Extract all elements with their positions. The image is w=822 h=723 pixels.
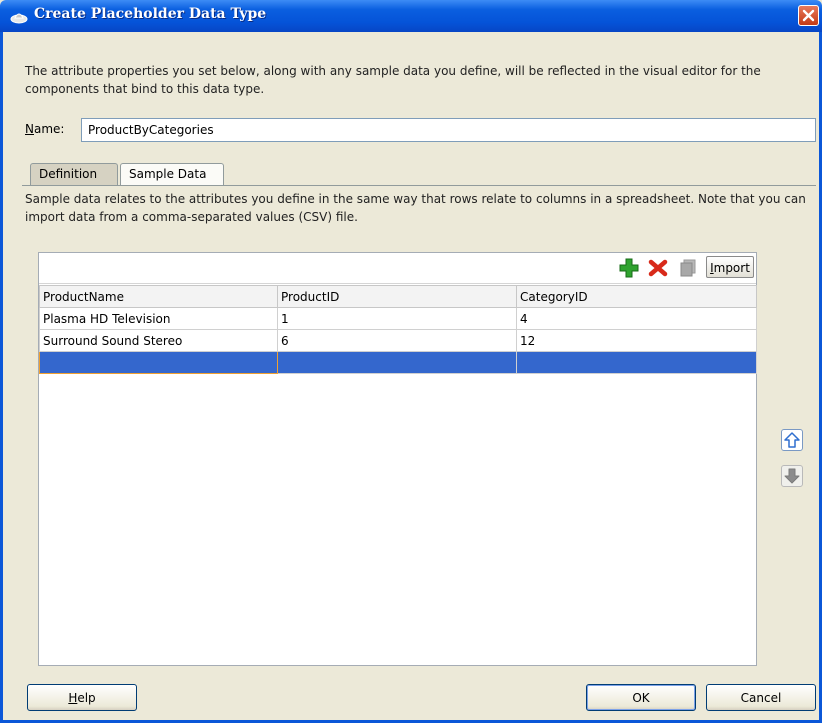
table-row-selected[interactable]	[39, 351, 757, 374]
table-row[interactable]: Plasma HD Television 1 4	[39, 307, 757, 330]
import-button[interactable]: Import	[706, 256, 754, 278]
title-bar: Create Placeholder Data Type	[0, 0, 822, 32]
move-up-button[interactable]	[781, 429, 803, 451]
app-icon	[10, 13, 28, 24]
copy-icon[interactable]	[679, 259, 697, 277]
help-button[interactable]: Help	[27, 684, 137, 711]
dialog-title: Create Placeholder Data Type	[34, 6, 267, 22]
cancel-button[interactable]: Cancel	[706, 684, 816, 711]
table-cell[interactable]	[516, 351, 757, 374]
arrow-down-icon	[784, 468, 800, 484]
close-button[interactable]	[798, 5, 819, 26]
close-icon	[802, 9, 815, 22]
table-cell-focused[interactable]	[39, 351, 278, 374]
tab-sample-data[interactable]: Sample Data	[120, 163, 224, 185]
grid-toolbar: Import	[39, 253, 756, 284]
table-row[interactable]: Surround Sound Stereo 6 12	[39, 329, 757, 352]
ok-button[interactable]: OK	[586, 684, 696, 711]
name-label: Name:	[25, 122, 65, 136]
tab-definition[interactable]: Definition	[30, 163, 118, 185]
table-cell[interactable]: 4	[516, 307, 757, 330]
column-header[interactable]: CategoryID	[516, 285, 757, 308]
add-row-icon[interactable]	[619, 258, 639, 278]
tab-panel-border	[22, 185, 816, 186]
table-cell[interactable]: 6	[277, 329, 517, 352]
column-header[interactable]: ProductID	[277, 285, 517, 308]
table-cell[interactable]: Plasma HD Television	[39, 307, 278, 330]
table-cell[interactable]: 12	[516, 329, 757, 352]
table-cell[interactable]: 1	[277, 307, 517, 330]
sample-data-description: Sample data relates to the attributes yo…	[25, 192, 806, 224]
column-header[interactable]: ProductName	[39, 285, 278, 308]
move-down-button[interactable]	[781, 465, 803, 487]
dialog-description: The attribute properties you set below, …	[25, 64, 761, 96]
name-input[interactable]	[81, 118, 816, 142]
data-table: ProductName ProductID CategoryID Plasma …	[39, 285, 757, 374]
arrow-up-icon	[784, 432, 800, 448]
sample-data-grid: Import ProductName ProductID CategoryID …	[38, 252, 757, 666]
delete-row-icon[interactable]	[648, 259, 668, 277]
table-header-row: ProductName ProductID CategoryID	[39, 285, 757, 308]
table-cell[interactable]: Surround Sound Stereo	[39, 329, 278, 352]
table-cell[interactable]	[277, 351, 517, 374]
